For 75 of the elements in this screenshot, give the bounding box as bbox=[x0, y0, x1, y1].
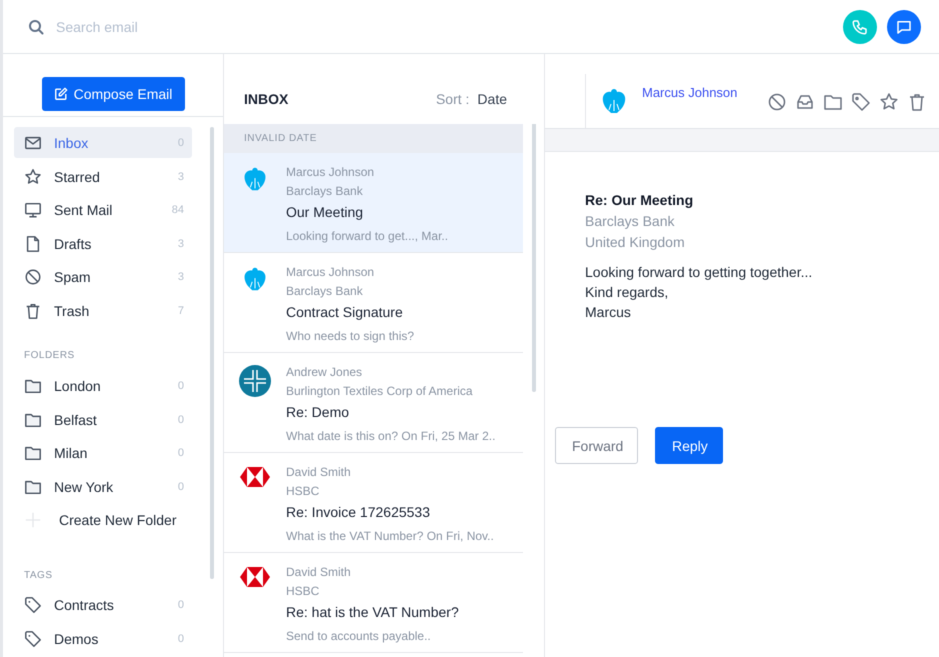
company-name: Burlington Textiles Corp of America bbox=[286, 383, 474, 400]
plus-icon bbox=[24, 511, 42, 530]
mailbox-item[interactable]: Starred 3 bbox=[14, 161, 192, 192]
email-preview: Looking forward to get..., Mar.. bbox=[286, 229, 448, 243]
email-subject: Re: Invoice 172625533 bbox=[286, 503, 431, 522]
reply-button[interactable]: Reply bbox=[655, 427, 723, 464]
search-icon bbox=[28, 18, 44, 34]
star-icon[interactable] bbox=[879, 92, 899, 112]
trash-icon bbox=[24, 302, 42, 320]
email-preview: Who needs to sign this? bbox=[286, 329, 414, 343]
trash-icon[interactable] bbox=[907, 92, 927, 112]
folder-icon bbox=[24, 444, 42, 462]
list-title: INBOX bbox=[244, 91, 290, 107]
ban-icon bbox=[24, 268, 42, 286]
sort-label: Sort : bbox=[436, 91, 470, 107]
scrollbar[interactable] bbox=[210, 127, 214, 580]
message-line: Marcus bbox=[585, 303, 632, 322]
company-name: Barclays Bank bbox=[585, 212, 676, 231]
hexagon-icon bbox=[239, 465, 271, 489]
sender-name: Marcus Johnson bbox=[286, 164, 376, 181]
tag-item[interactable]: Contracts 0 bbox=[14, 590, 192, 621]
company-name: HSBC bbox=[286, 483, 320, 500]
email-subject: Our Meeting bbox=[286, 203, 364, 222]
country-name: United Kingdom bbox=[585, 233, 686, 252]
tag-icon bbox=[24, 596, 42, 614]
date-group-header: INVALID DATE bbox=[224, 124, 523, 153]
monitor-icon bbox=[24, 201, 42, 220]
folder-item[interactable]: Milan 0 bbox=[14, 438, 192, 469]
folder-item[interactable]: London 0 bbox=[14, 370, 192, 402]
email-item[interactable]: David Smith HSBC Re: hat is the VAT Number? Send to accounts payable.. bbox=[224, 553, 523, 653]
forward-button[interactable]: Forward bbox=[555, 427, 638, 464]
create-folder-link[interactable]: Create New Folder bbox=[14, 504, 192, 536]
email-item[interactable]: David Smith HSBC Re: Invoice 172625533 What is the VAT Number? On Fri, Nov.. bbox=[224, 453, 523, 553]
mailbox-item[interactable]: Trash 7 bbox=[14, 295, 192, 326]
email-subject: Re: hat is the VAT Number? bbox=[286, 603, 459, 622]
star-icon bbox=[24, 168, 42, 186]
compose-button[interactable]: Compose Email bbox=[42, 77, 184, 112]
cross-circle-icon bbox=[239, 365, 271, 397]
tag-icon bbox=[24, 630, 42, 648]
mailbox-item[interactable]: Spam 3 bbox=[14, 262, 192, 293]
sender-name: Marcus Johnson bbox=[286, 264, 376, 281]
chat-button[interactable] bbox=[887, 10, 921, 44]
folder-item[interactable]: Belfast 0 bbox=[14, 404, 192, 436]
tag-item[interactable]: Demos 0 bbox=[14, 623, 192, 654]
company-name: HSBC bbox=[286, 583, 320, 600]
ban-icon[interactable] bbox=[767, 92, 787, 112]
message-line: Kind regards, bbox=[585, 283, 670, 302]
email-subject: Re: Demo bbox=[286, 403, 350, 422]
phone-icon bbox=[851, 18, 869, 36]
sort-dropdown[interactable]: Date bbox=[477, 91, 507, 107]
mailbox-item[interactable]: Sent Mail 84 bbox=[14, 194, 192, 226]
section-heading: FOLDERS bbox=[24, 350, 76, 362]
email-preview: What is the VAT Number? On Fri, Nov.. bbox=[286, 529, 494, 543]
email-subject: Contract Signature bbox=[286, 303, 404, 322]
sender-name: Andrew Jones bbox=[286, 364, 364, 381]
sender-link[interactable]: Marcus Johnson bbox=[642, 85, 767, 100]
email-preview: What date is this on? On Fri, 25 Mar 2.. bbox=[286, 429, 496, 443]
email-preview: Send to accounts payable.. bbox=[286, 629, 432, 643]
section-heading: TAGS bbox=[24, 570, 54, 581]
email-item[interactable]: Marcus Johnson Barclays Bank Our Meeting Looking forward to get..., Mar.. bbox=[224, 153, 523, 253]
email-item[interactable]: Marcus Johnson Barclays Bank Contract Signature Who needs to sign this? bbox=[224, 253, 523, 353]
email-subject: Re: Our Meeting bbox=[585, 191, 694, 210]
file-icon bbox=[24, 234, 42, 253]
sender-name: David Smith bbox=[286, 464, 352, 481]
mailbox-item[interactable]: Drafts 3 bbox=[14, 228, 192, 260]
tag-icon[interactable] bbox=[851, 92, 871, 112]
hexagon-icon bbox=[239, 565, 271, 589]
email-item[interactable]: Andrew Jones Burlington Textiles Corp of America Re: Demo What date is this on? On Fri, 25 Mar 2.. bbox=[224, 353, 523, 453]
company-name: Barclays Bank bbox=[286, 183, 364, 200]
company-name: Barclays Bank bbox=[286, 283, 364, 300]
folder-item[interactable]: New York 0 bbox=[14, 471, 192, 502]
edit-icon bbox=[54, 87, 68, 102]
message-line: Looking forward to getting together... bbox=[585, 263, 814, 282]
sender-name: David Smith bbox=[286, 564, 352, 581]
scrollbar[interactable] bbox=[532, 124, 536, 392]
